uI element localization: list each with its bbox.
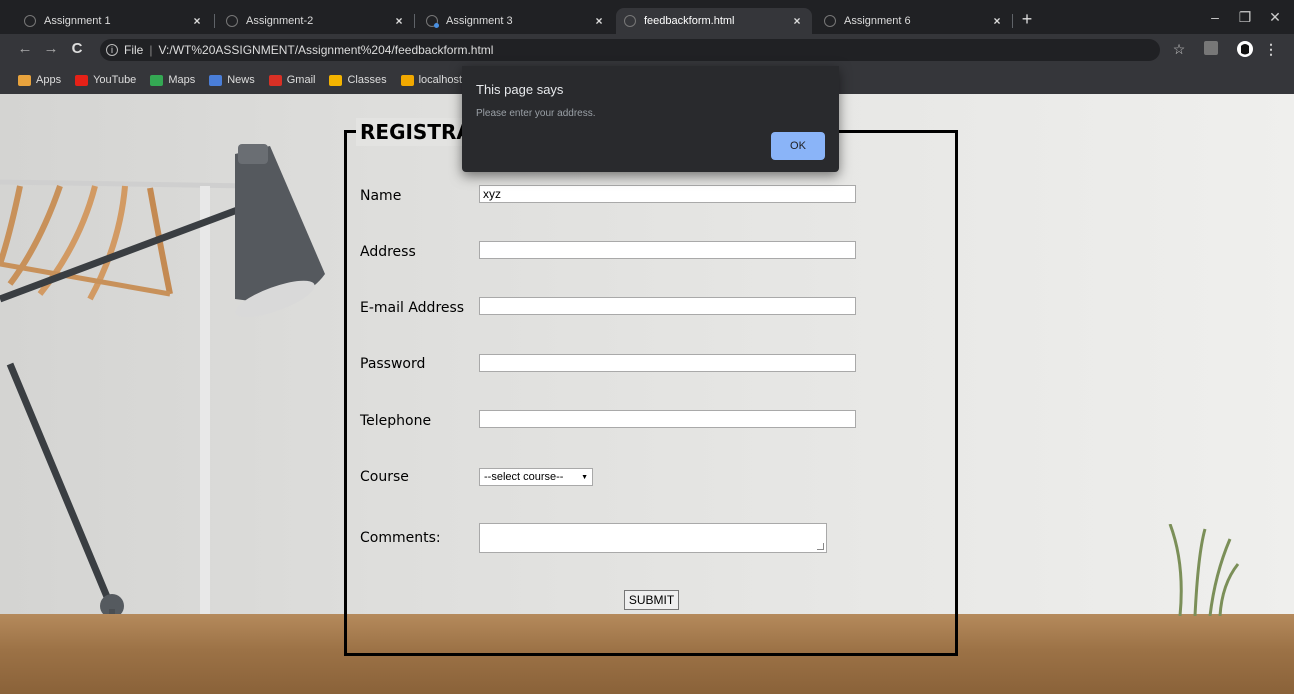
course-select[interactable]: --select course-- ▼ (479, 468, 593, 486)
classroom-icon (329, 74, 343, 86)
bookmark-label: Maps (168, 74, 196, 86)
globe-icon (24, 15, 36, 27)
close-tab-icon[interactable]: × (790, 14, 804, 28)
dialog-message: Please enter your address. (476, 108, 596, 119)
bookmark-maps[interactable]: Maps (150, 74, 195, 86)
background-lamp-and-rack (0, 144, 325, 686)
globe-icon (824, 15, 836, 27)
phpmyadmin-icon (400, 74, 414, 86)
registration-fieldset (344, 130, 958, 656)
comments-label: Comments: (360, 530, 441, 546)
bookmark-label: News (227, 74, 255, 86)
close-tab-icon[interactable]: × (592, 14, 606, 28)
news-icon (209, 74, 223, 86)
minimize-button[interactable]: – (1200, 9, 1230, 25)
comments-textarea[interactable] (479, 523, 827, 553)
email-label: E-mail Address (360, 300, 465, 316)
restore-button[interactable]: ❐ (1230, 9, 1260, 26)
chrome-menu-icon[interactable]: ⋮ (1262, 41, 1280, 58)
browser-toolbar: ← → C i File | V:/WT%20ASSIGNMENT/Assign… (0, 34, 1294, 66)
youtube-icon (75, 74, 89, 86)
new-tab-button[interactable]: + (1016, 8, 1038, 30)
tab-strip: Assignment 1 × Assignment-2 × Assignment… (0, 0, 1294, 34)
address-bar[interactable]: i File | V:/WT%20ASSIGNMENT/Assignment%2… (100, 39, 1160, 61)
profile-avatar-icon[interactable] (1236, 40, 1254, 58)
bookmark-gmail[interactable]: Gmail (268, 74, 316, 86)
tab-assignment-1[interactable]: Assignment 1 × (16, 8, 212, 34)
tab-separator (1012, 14, 1013, 28)
tab-assignment-3[interactable]: Assignment 3 × (418, 8, 614, 34)
submit-button[interactable]: SUBMIT (624, 590, 679, 610)
bookmark-apps[interactable]: Apps (18, 74, 61, 86)
password-input[interactable] (479, 354, 856, 372)
fieldset-legend: REGISTRA (356, 118, 476, 146)
telephone-label: Telephone (360, 413, 432, 429)
close-tab-icon[interactable]: × (190, 14, 204, 28)
back-button[interactable]: ← (14, 40, 36, 57)
bookmark-label: Apps (36, 74, 62, 86)
tab-title: Assignment-2 (246, 15, 314, 27)
tab-feedbackform[interactable]: feedbackform.html × (616, 8, 812, 34)
password-label: Password (360, 356, 426, 372)
email-input[interactable] (479, 297, 856, 315)
close-tab-icon[interactable]: × (990, 14, 1004, 28)
tab-title: Assignment 6 (844, 15, 911, 27)
bookmark-label: YouTube (93, 74, 137, 86)
bookmark-label: Gmail (286, 74, 316, 86)
bookmark-label: Classes (347, 74, 387, 86)
alert-dialog: This page says Please enter your address… (462, 66, 839, 172)
bookmark-youtube[interactable]: YouTube (75, 74, 136, 86)
chevron-down-icon: ▼ (581, 473, 588, 481)
scheme-label: File (124, 43, 144, 57)
bookmark-classes[interactable]: Classes (329, 74, 387, 86)
gmail-icon (268, 74, 282, 86)
tab-separator (414, 14, 415, 28)
globe-icon (426, 15, 439, 28)
tab-title: feedbackform.html (644, 15, 735, 27)
course-label: Course (360, 469, 409, 485)
tab-assignment-6[interactable]: Assignment 6 × (816, 8, 1012, 34)
omnibox-separator: | (149, 43, 153, 57)
close-tab-icon[interactable]: × (392, 14, 406, 28)
globe-icon (226, 15, 238, 27)
apps-grid-icon (18, 74, 31, 86)
info-icon[interactable]: i (106, 44, 118, 56)
maps-pin-icon (150, 74, 164, 86)
bookmark-news[interactable]: News (209, 74, 255, 86)
address-input[interactable] (479, 241, 856, 259)
address-label: Address (360, 244, 416, 260)
bookmark-star-icon[interactable]: ☆ (1170, 41, 1188, 58)
page-viewport: REGISTRA Name Address E-mail Address Pas… (0, 94, 1294, 694)
name-label: Name (360, 188, 402, 204)
telephone-input[interactable] (479, 410, 856, 428)
tab-title: Assignment 1 (44, 15, 111, 27)
extension-icon[interactable] (1204, 41, 1218, 55)
name-input[interactable] (479, 185, 856, 203)
globe-icon (624, 15, 636, 27)
dialog-title: This page says (476, 82, 564, 97)
course-selected-value: --select course-- (484, 471, 564, 483)
ok-button[interactable]: OK (771, 132, 825, 160)
reload-button[interactable]: C (66, 40, 88, 57)
tab-title: Assignment 3 (446, 15, 513, 27)
plant-decoration (1168, 524, 1240, 616)
tab-separator (214, 14, 215, 28)
url-text[interactable]: V:/WT%20ASSIGNMENT/Assignment%204/feedba… (158, 43, 493, 57)
close-window-button[interactable]: ✕ (1260, 9, 1290, 26)
tab-assignment-2[interactable]: Assignment-2 × (218, 8, 414, 34)
forward-button[interactable]: → (40, 40, 62, 57)
